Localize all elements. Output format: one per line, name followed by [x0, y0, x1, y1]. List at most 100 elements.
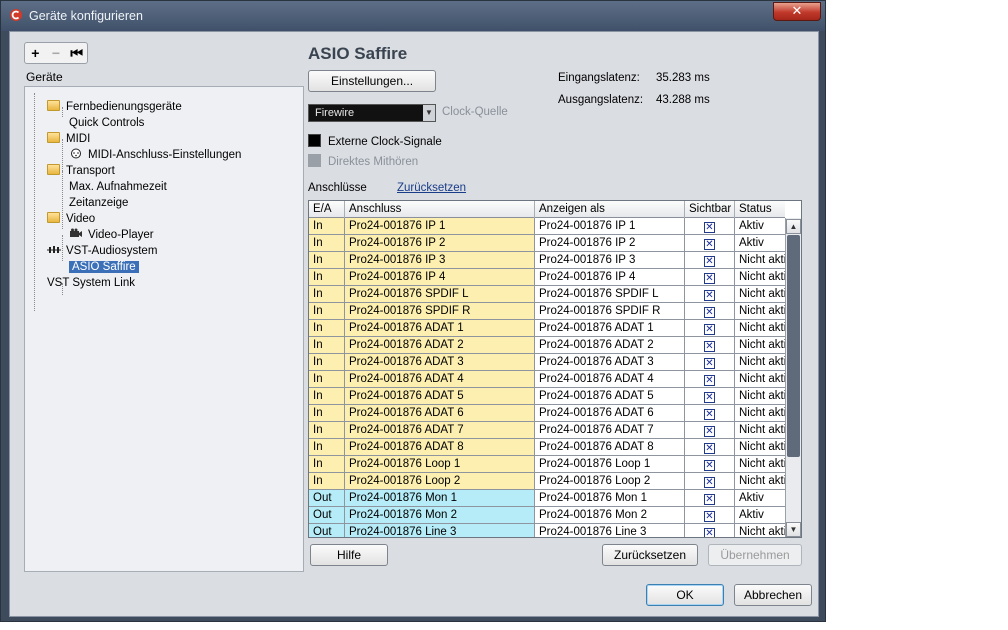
cell-display-as[interactable]: Pro24-001876 IP 4 [535, 269, 685, 285]
cell-display-as[interactable]: Pro24-001876 IP 2 [535, 235, 685, 251]
visible-checkbox[interactable]: ✕ [704, 409, 715, 420]
visible-checkbox[interactable]: ✕ [704, 222, 715, 233]
cell-display-as[interactable]: Pro24-001876 ADAT 7 [535, 422, 685, 438]
cell-display-as[interactable]: Pro24-001876 Mon 1 [535, 490, 685, 506]
scroll-up-icon[interactable]: ▲ [786, 219, 801, 234]
table-row[interactable]: In Pro24-001876 ADAT 4 Pro24-001876 ADAT 4… [309, 371, 785, 388]
column-header-port[interactable]: Anschluss [345, 201, 535, 218]
column-header-status[interactable]: Status [735, 201, 785, 218]
visible-checkbox[interactable]: ✕ [704, 341, 715, 352]
table-row[interactable]: In Pro24-001876 ADAT 7 Pro24-001876 ADAT 7… [309, 422, 785, 439]
cancel-button[interactable]: Abbrechen [734, 584, 812, 606]
table-row[interactable]: In Pro24-001876 Loop 2 Pro24-001876 Loop 2… [309, 473, 785, 490]
table-scrollbar[interactable]: ▲ ▼ [785, 218, 801, 537]
clock-source-select[interactable]: Firewire ▼ [308, 104, 436, 122]
cell-display-as[interactable]: Pro24-001876 ADAT 1 [535, 320, 685, 336]
visible-checkbox[interactable]: ✕ [704, 324, 715, 335]
cell-display-as[interactable]: Pro24-001876 ADAT 4 [535, 371, 685, 387]
table-row[interactable]: In Pro24-001876 ADAT 1 Pro24-001876 ADAT 1… [309, 320, 785, 337]
tree-item-midi[interactable]: MIDI [47, 131, 90, 147]
visible-checkbox[interactable]: ✕ [704, 239, 715, 250]
tree-item-time-display[interactable]: Zeitanzeige [69, 195, 128, 211]
tree-item-video[interactable]: Video [47, 211, 95, 227]
visible-checkbox[interactable]: ✕ [704, 528, 715, 537]
column-header-io[interactable]: E/A [309, 201, 345, 218]
visible-checkbox[interactable]: ✕ [704, 290, 715, 301]
cell-display-as[interactable]: Pro24-001876 SPDIF R [535, 303, 685, 319]
table-row[interactable]: Out Pro24-001876 Mon 2 Pro24-001876 Mon 2 ✕… [309, 507, 785, 524]
cell-display-as[interactable]: Pro24-001876 Loop 1 [535, 456, 685, 472]
table-row[interactable]: In Pro24-001876 ADAT 2 Pro24-001876 ADAT 2… [309, 337, 785, 354]
table-row[interactable]: In Pro24-001876 IP 2 Pro24-001876 IP 2 ✕ Akt… [309, 235, 785, 252]
table-row[interactable]: In Pro24-001876 IP 1 Pro24-001876 IP 1 ✕ Akt… [309, 218, 785, 235]
visible-checkbox[interactable]: ✕ [704, 477, 715, 488]
direct-monitoring-checkbox[interactable]: Direktes Mithören [308, 154, 418, 170]
table-row[interactable]: In Pro24-001876 ADAT 3 Pro24-001876 ADAT 3… [309, 354, 785, 371]
tree-item-quick-controls[interactable]: Quick Controls [69, 115, 144, 131]
cell-display-as[interactable]: Pro24-001876 Loop 2 [535, 473, 685, 489]
remove-icon[interactable]: − [47, 44, 65, 62]
close-button[interactable]: ✕ [773, 2, 821, 21]
column-header-display-as[interactable]: Anzeigen als [535, 201, 685, 218]
ok-button[interactable]: OK [646, 584, 724, 606]
tree-item-midi-port-settings[interactable]: MIDI-Anschluss-Einstellungen [69, 147, 241, 163]
cell-display-as[interactable]: Pro24-001876 ADAT 8 [535, 439, 685, 455]
visible-checkbox[interactable]: ✕ [704, 443, 715, 454]
scroll-down-icon[interactable]: ▼ [786, 522, 801, 537]
visible-checkbox[interactable]: ✕ [704, 511, 715, 522]
table-row[interactable]: In Pro24-001876 IP 3 Pro24-001876 IP 3 ✕ Nic… [309, 252, 785, 269]
cell-display-as[interactable]: Pro24-001876 ADAT 3 [535, 354, 685, 370]
cell-display-as[interactable]: Pro24-001876 ADAT 6 [535, 405, 685, 421]
tree-item-vst-system-link[interactable]: VST System Link [47, 275, 135, 291]
cell-io: In [309, 269, 345, 285]
visible-checkbox[interactable]: ✕ [704, 460, 715, 471]
cell-display-as[interactable]: Pro24-001876 ADAT 5 [535, 388, 685, 404]
reset-link[interactable]: Zurücksetzen [397, 182, 466, 194]
visible-checkbox[interactable]: ✕ [704, 494, 715, 505]
tree-item-max-record-time[interactable]: Max. Aufnahmezeit [69, 179, 167, 195]
column-header-visible[interactable]: Sichtbar [685, 201, 735, 218]
tree-item-video-player[interactable]: Video-Player [69, 227, 154, 243]
cell-display-as[interactable]: Pro24-001876 ADAT 2 [535, 337, 685, 353]
visible-checkbox[interactable]: ✕ [704, 256, 715, 267]
visible-checkbox[interactable]: ✕ [704, 273, 715, 284]
chevron-down-icon[interactable]: ▼ [423, 105, 435, 121]
cell-display-as[interactable]: Pro24-001876 SPDIF L [535, 286, 685, 302]
checkbox-icon[interactable] [308, 154, 321, 167]
add-icon[interactable]: + [26, 44, 44, 62]
table-row[interactable]: In Pro24-001876 ADAT 5 Pro24-001876 ADAT 5… [309, 388, 785, 405]
table-row[interactable]: In Pro24-001876 ADAT 8 Pro24-001876 ADAT 8… [309, 439, 785, 456]
reset-device-icon[interactable]: ⏮ [68, 44, 86, 62]
tree-item-asio-saffire[interactable]: ASIO Saffire [69, 259, 139, 275]
checkbox-icon[interactable] [308, 134, 321, 147]
table-row[interactable]: In Pro24-001876 Loop 1 Pro24-001876 Loop 1… [309, 456, 785, 473]
cell-display-as[interactable]: Pro24-001876 Mon 2 [535, 507, 685, 523]
scrollbar-thumb[interactable] [787, 235, 800, 457]
visible-checkbox[interactable]: ✕ [704, 358, 715, 369]
cell-status: Nicht akti [735, 439, 785, 455]
visible-checkbox[interactable]: ✕ [704, 392, 715, 403]
tree-item-vst-audio-system[interactable]: VST-Audiosystem [47, 243, 157, 259]
table-row[interactable]: In Pro24-001876 ADAT 6 Pro24-001876 ADAT 6… [309, 405, 785, 422]
visible-checkbox[interactable]: ✕ [704, 375, 715, 386]
table-row[interactable]: In Pro24-001876 IP 4 Pro24-001876 IP 4 ✕ Nic… [309, 269, 785, 286]
tree-item-transport[interactable]: Transport [47, 163, 115, 179]
reset-button[interactable]: Zurücksetzen [602, 544, 698, 566]
table-row[interactable]: Out Pro24-001876 Mon 1 Pro24-001876 Mon 1 ✕… [309, 490, 785, 507]
cell-io: Out [309, 524, 345, 537]
table-row[interactable]: In Pro24-001876 SPDIF R Pro24-001876 SPDIF… [309, 303, 785, 320]
external-clock-checkbox[interactable]: Externe Clock-Signale [308, 134, 442, 150]
tree-item-remote-devices[interactable]: Fernbedienungsgeräte [47, 99, 182, 115]
cell-display-as[interactable]: Pro24-001876 IP 1 [535, 218, 685, 234]
visible-checkbox[interactable]: ✕ [704, 426, 715, 437]
cell-port: Pro24-001876 ADAT 1 [345, 320, 535, 336]
table-row[interactable]: Out Pro24-001876 Line 3 Pro24-001876 Line … [309, 524, 785, 537]
title-bar[interactable]: Geräte konfigurieren ✕ [1, 1, 825, 31]
visible-checkbox[interactable]: ✕ [704, 307, 715, 318]
settings-button[interactable]: Einstellungen... [308, 70, 436, 92]
table-row[interactable]: In Pro24-001876 SPDIF L Pro24-001876 SPDIF… [309, 286, 785, 303]
help-button[interactable]: Hilfe [310, 544, 388, 566]
apply-button[interactable]: Übernehmen [708, 544, 802, 566]
cell-display-as[interactable]: Pro24-001876 IP 3 [535, 252, 685, 268]
cell-display-as[interactable]: Pro24-001876 Line 3 [535, 524, 685, 537]
